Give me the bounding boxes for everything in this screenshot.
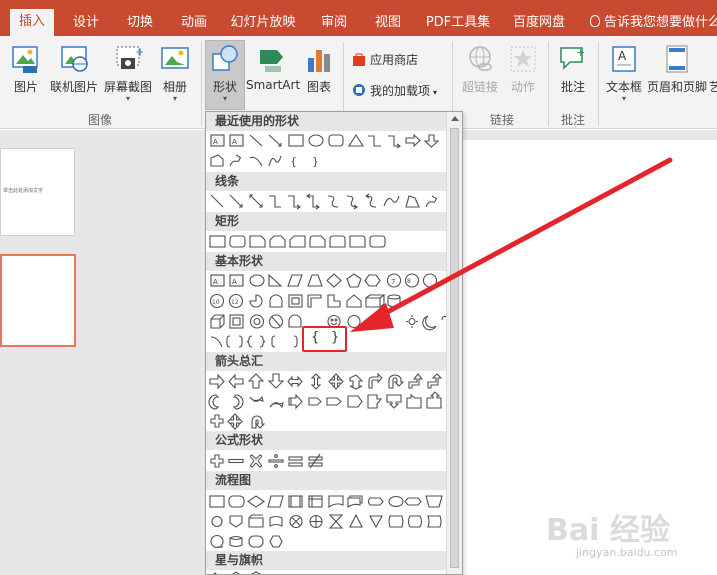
store-button[interactable]: 应用商店 bbox=[352, 51, 418, 68]
group-label-links: 链接 bbox=[490, 113, 515, 127]
group-separator bbox=[201, 42, 202, 126]
svg-text:A: A bbox=[213, 138, 218, 146]
textbox-button[interactable]: A 文本框 ▾ bbox=[604, 44, 644, 103]
slide-thumbnail-2[interactable] bbox=[0, 254, 76, 347]
scrollbar-thumb[interactable] bbox=[450, 128, 459, 568]
tab-insert[interactable]: 插入 bbox=[10, 9, 54, 36]
slide-thumbnail-1[interactable]: 单击此处添加文字 bbox=[0, 148, 75, 236]
right-brace-shape[interactable]: } bbox=[331, 330, 339, 345]
picture-button[interactable]: 图片 bbox=[8, 44, 44, 95]
my-addins-label: 我的加载项 bbox=[370, 84, 431, 98]
action-star-icon bbox=[508, 44, 538, 74]
svg-text:8: 8 bbox=[407, 278, 411, 285]
header-footer-icon bbox=[662, 44, 692, 74]
left-brace-shape[interactable]: { bbox=[311, 330, 319, 345]
baidu-watermark-url: jingyan.baidu.com bbox=[576, 546, 678, 559]
chart-label: 图表 bbox=[306, 80, 331, 94]
chevron-down-icon: ▾ bbox=[172, 94, 177, 103]
action-label: 动作 bbox=[510, 80, 535, 94]
thumbnail-placeholder-text: 单击此处添加文字 bbox=[3, 188, 44, 194]
ribbon-tab-bar: 插入 设计 切换 动画 幻灯片放映 审阅 视图 PDF工具集 百度网盘 告诉我您… bbox=[0, 0, 717, 36]
textbox-icon: A bbox=[609, 44, 639, 74]
tab-review[interactable]: 审阅 bbox=[312, 10, 356, 36]
comment-icon: + bbox=[558, 44, 588, 74]
svg-text:12: 12 bbox=[231, 299, 239, 306]
globe-link-icon bbox=[465, 44, 495, 74]
scroll-up-icon[interactable] bbox=[451, 116, 459, 121]
tab-design[interactable]: 设计 bbox=[64, 10, 108, 36]
svg-text:+: + bbox=[135, 45, 143, 59]
tab-animations[interactable]: 动画 bbox=[172, 10, 216, 36]
shapes-button[interactable]: 形状 ▾ bbox=[206, 44, 244, 103]
header-footer-label: 页眉和页脚 bbox=[646, 80, 707, 94]
screenshot-button[interactable]: + 屏幕截图 ▾ bbox=[103, 44, 153, 103]
bar-chart-icon bbox=[304, 44, 334, 74]
addins-icon bbox=[353, 84, 365, 96]
tell-me-text: 告诉我您想要做什么 bbox=[604, 15, 717, 30]
svg-text:10: 10 bbox=[212, 299, 220, 306]
tab-pdf-tools[interactable]: PDF工具集 bbox=[420, 10, 496, 36]
group-separator bbox=[598, 42, 599, 126]
svg-text:A: A bbox=[232, 278, 237, 286]
smartart-icon bbox=[257, 44, 287, 74]
album-label: 相册 bbox=[162, 80, 187, 94]
group-label-comments: 批注 bbox=[561, 113, 586, 127]
album-icon bbox=[160, 44, 190, 74]
shapes-icon bbox=[210, 44, 240, 74]
shapes-label: 形状 bbox=[212, 80, 237, 94]
svg-text:A: A bbox=[213, 278, 218, 286]
online-picture-icon bbox=[59, 44, 89, 74]
chevron-down-icon: ▾ bbox=[222, 94, 227, 103]
lightbulb-icon bbox=[590, 15, 600, 27]
svg-text:}: } bbox=[312, 155, 319, 168]
store-icon bbox=[353, 53, 365, 66]
textbox-label: 文本框 bbox=[605, 80, 642, 94]
screenshot-icon: + bbox=[113, 44, 145, 74]
gallery-scrollbar[interactable] bbox=[446, 112, 462, 574]
svg-text:+: + bbox=[576, 46, 585, 59]
svg-text:{: { bbox=[290, 155, 297, 168]
svg-text:A: A bbox=[618, 49, 627, 63]
store-label: 应用商店 bbox=[370, 53, 419, 67]
shape-icon-row: A A bbox=[210, 133, 440, 149]
wordart-label: 艺 bbox=[709, 80, 717, 94]
picture-icon bbox=[11, 44, 41, 74]
svg-text:A: A bbox=[232, 138, 237, 146]
braces-highlight-box bbox=[302, 326, 347, 352]
baidu-watermark: Bai 经验 bbox=[546, 513, 670, 548]
action-button[interactable]: 动作 bbox=[506, 44, 540, 95]
smartart-label: SmartArt bbox=[246, 78, 301, 92]
hyperlink-label: 超链接 bbox=[461, 80, 498, 94]
picture-label: 图片 bbox=[13, 80, 38, 94]
group-label-images: 图像 bbox=[88, 113, 113, 127]
tell-me-search[interactable]: 告诉我您想要做什么 bbox=[590, 10, 717, 36]
album-button[interactable]: 相册 ▾ bbox=[158, 44, 192, 103]
chart-button[interactable]: 图表 bbox=[302, 44, 336, 95]
chevron-down-icon: ▾ bbox=[433, 88, 438, 97]
chevron-down-icon: ▾ bbox=[125, 94, 130, 103]
online-picture-button[interactable]: 联机图片 bbox=[48, 44, 100, 95]
tab-view[interactable]: 视图 bbox=[366, 10, 410, 36]
tab-transitions[interactable]: 切换 bbox=[118, 10, 162, 36]
online-picture-label: 联机图片 bbox=[49, 80, 98, 94]
my-addins-button[interactable]: 我的加载项 ▾ bbox=[352, 82, 437, 99]
comment-label: 批注 bbox=[560, 80, 585, 94]
group-separator bbox=[548, 42, 549, 126]
smartart-button[interactable]: SmartArt bbox=[246, 44, 301, 92]
tab-slideshow[interactable]: 幻灯片放映 bbox=[228, 10, 298, 36]
wordart-button[interactable]: 艺 bbox=[709, 44, 717, 95]
svg-text:7: 7 bbox=[391, 278, 395, 286]
header-footer-button[interactable]: 页眉和页脚 bbox=[646, 44, 708, 95]
screenshot-label: 屏幕截图 bbox=[103, 80, 152, 94]
chevron-down-icon: ▾ bbox=[621, 94, 626, 103]
hyperlink-button[interactable]: 超链接 bbox=[460, 44, 500, 95]
tab-baidu-netdisk[interactable]: 百度网盘 bbox=[506, 10, 572, 36]
comment-button[interactable]: + 批注 bbox=[556, 44, 590, 95]
